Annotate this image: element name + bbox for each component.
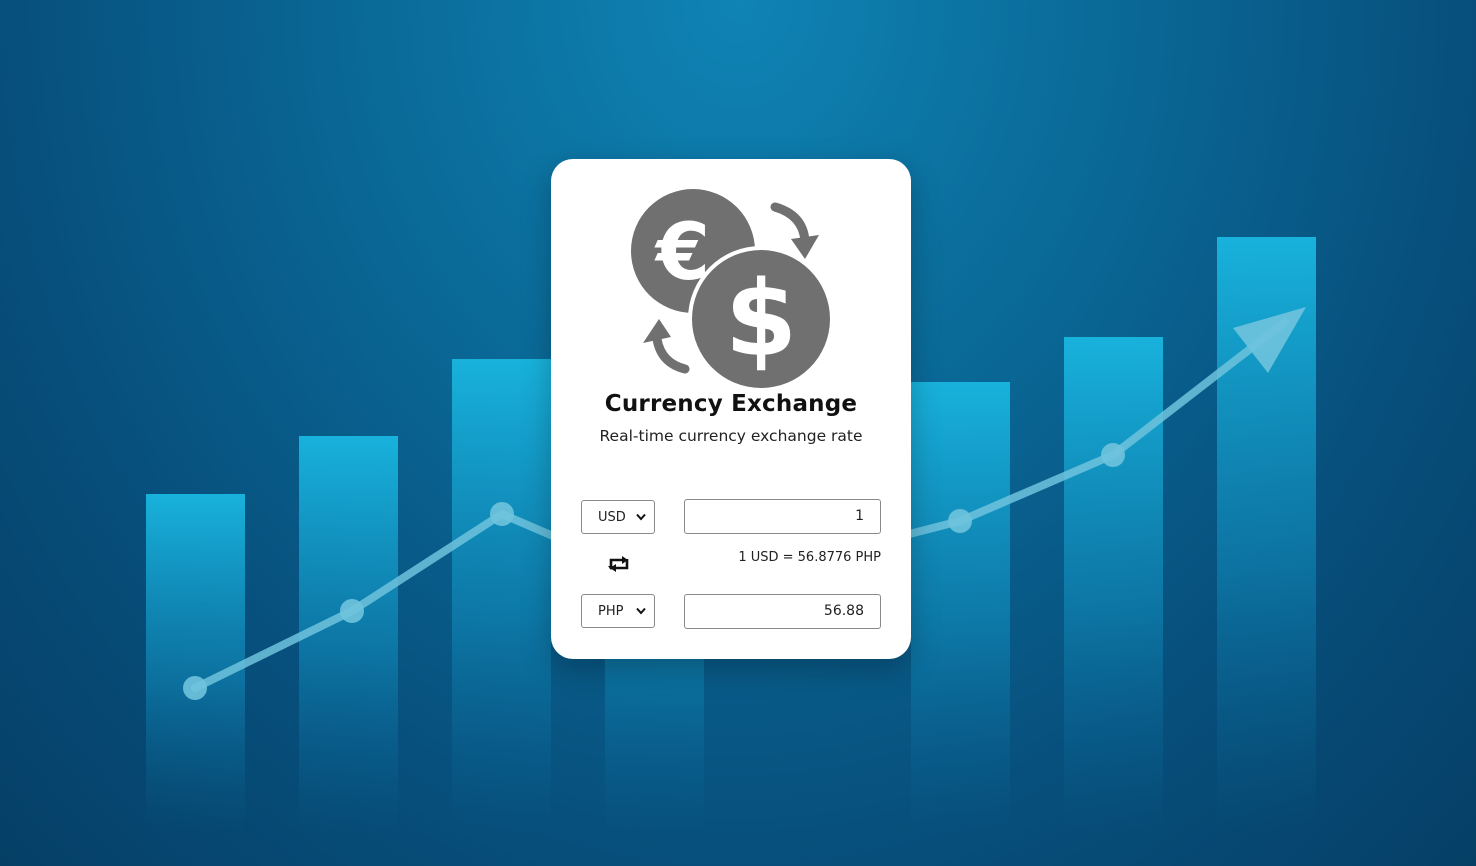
to-currency-value: PHP [598, 603, 624, 619]
bg-bar [1064, 337, 1163, 834]
bg-trend-point [948, 509, 972, 533]
bg-trend-point [183, 676, 207, 700]
converter-card: € $ Currency Exchange Real-time currency… [551, 159, 911, 659]
bg-trend-point [340, 599, 364, 623]
to-currency-select[interactable]: PHP [581, 594, 655, 628]
exchange-rate-text: 1 USD = 56.8776 PHP [738, 550, 881, 565]
currency-exchange-icon: € $ [631, 189, 834, 392]
from-currency-select[interactable]: USD [581, 500, 655, 534]
swap-icon[interactable] [607, 554, 631, 574]
bg-bar [911, 382, 1010, 834]
bg-bar [146, 494, 245, 834]
to-amount-input[interactable]: 56.88 [684, 594, 881, 629]
from-currency-value: USD [598, 509, 626, 525]
bg-trend-point [1101, 443, 1125, 467]
from-amount-input[interactable]: 1 [684, 499, 881, 534]
bg-bar [452, 359, 551, 834]
app-subtitle: Real-time currency exchange rate [599, 427, 863, 445]
app-title: Currency Exchange [604, 391, 858, 417]
chevron-down-icon [636, 513, 646, 521]
chevron-down-icon [636, 607, 646, 615]
svg-text:$: $ [725, 258, 797, 380]
bg-bar [299, 436, 398, 834]
bg-trend-point [490, 502, 514, 526]
